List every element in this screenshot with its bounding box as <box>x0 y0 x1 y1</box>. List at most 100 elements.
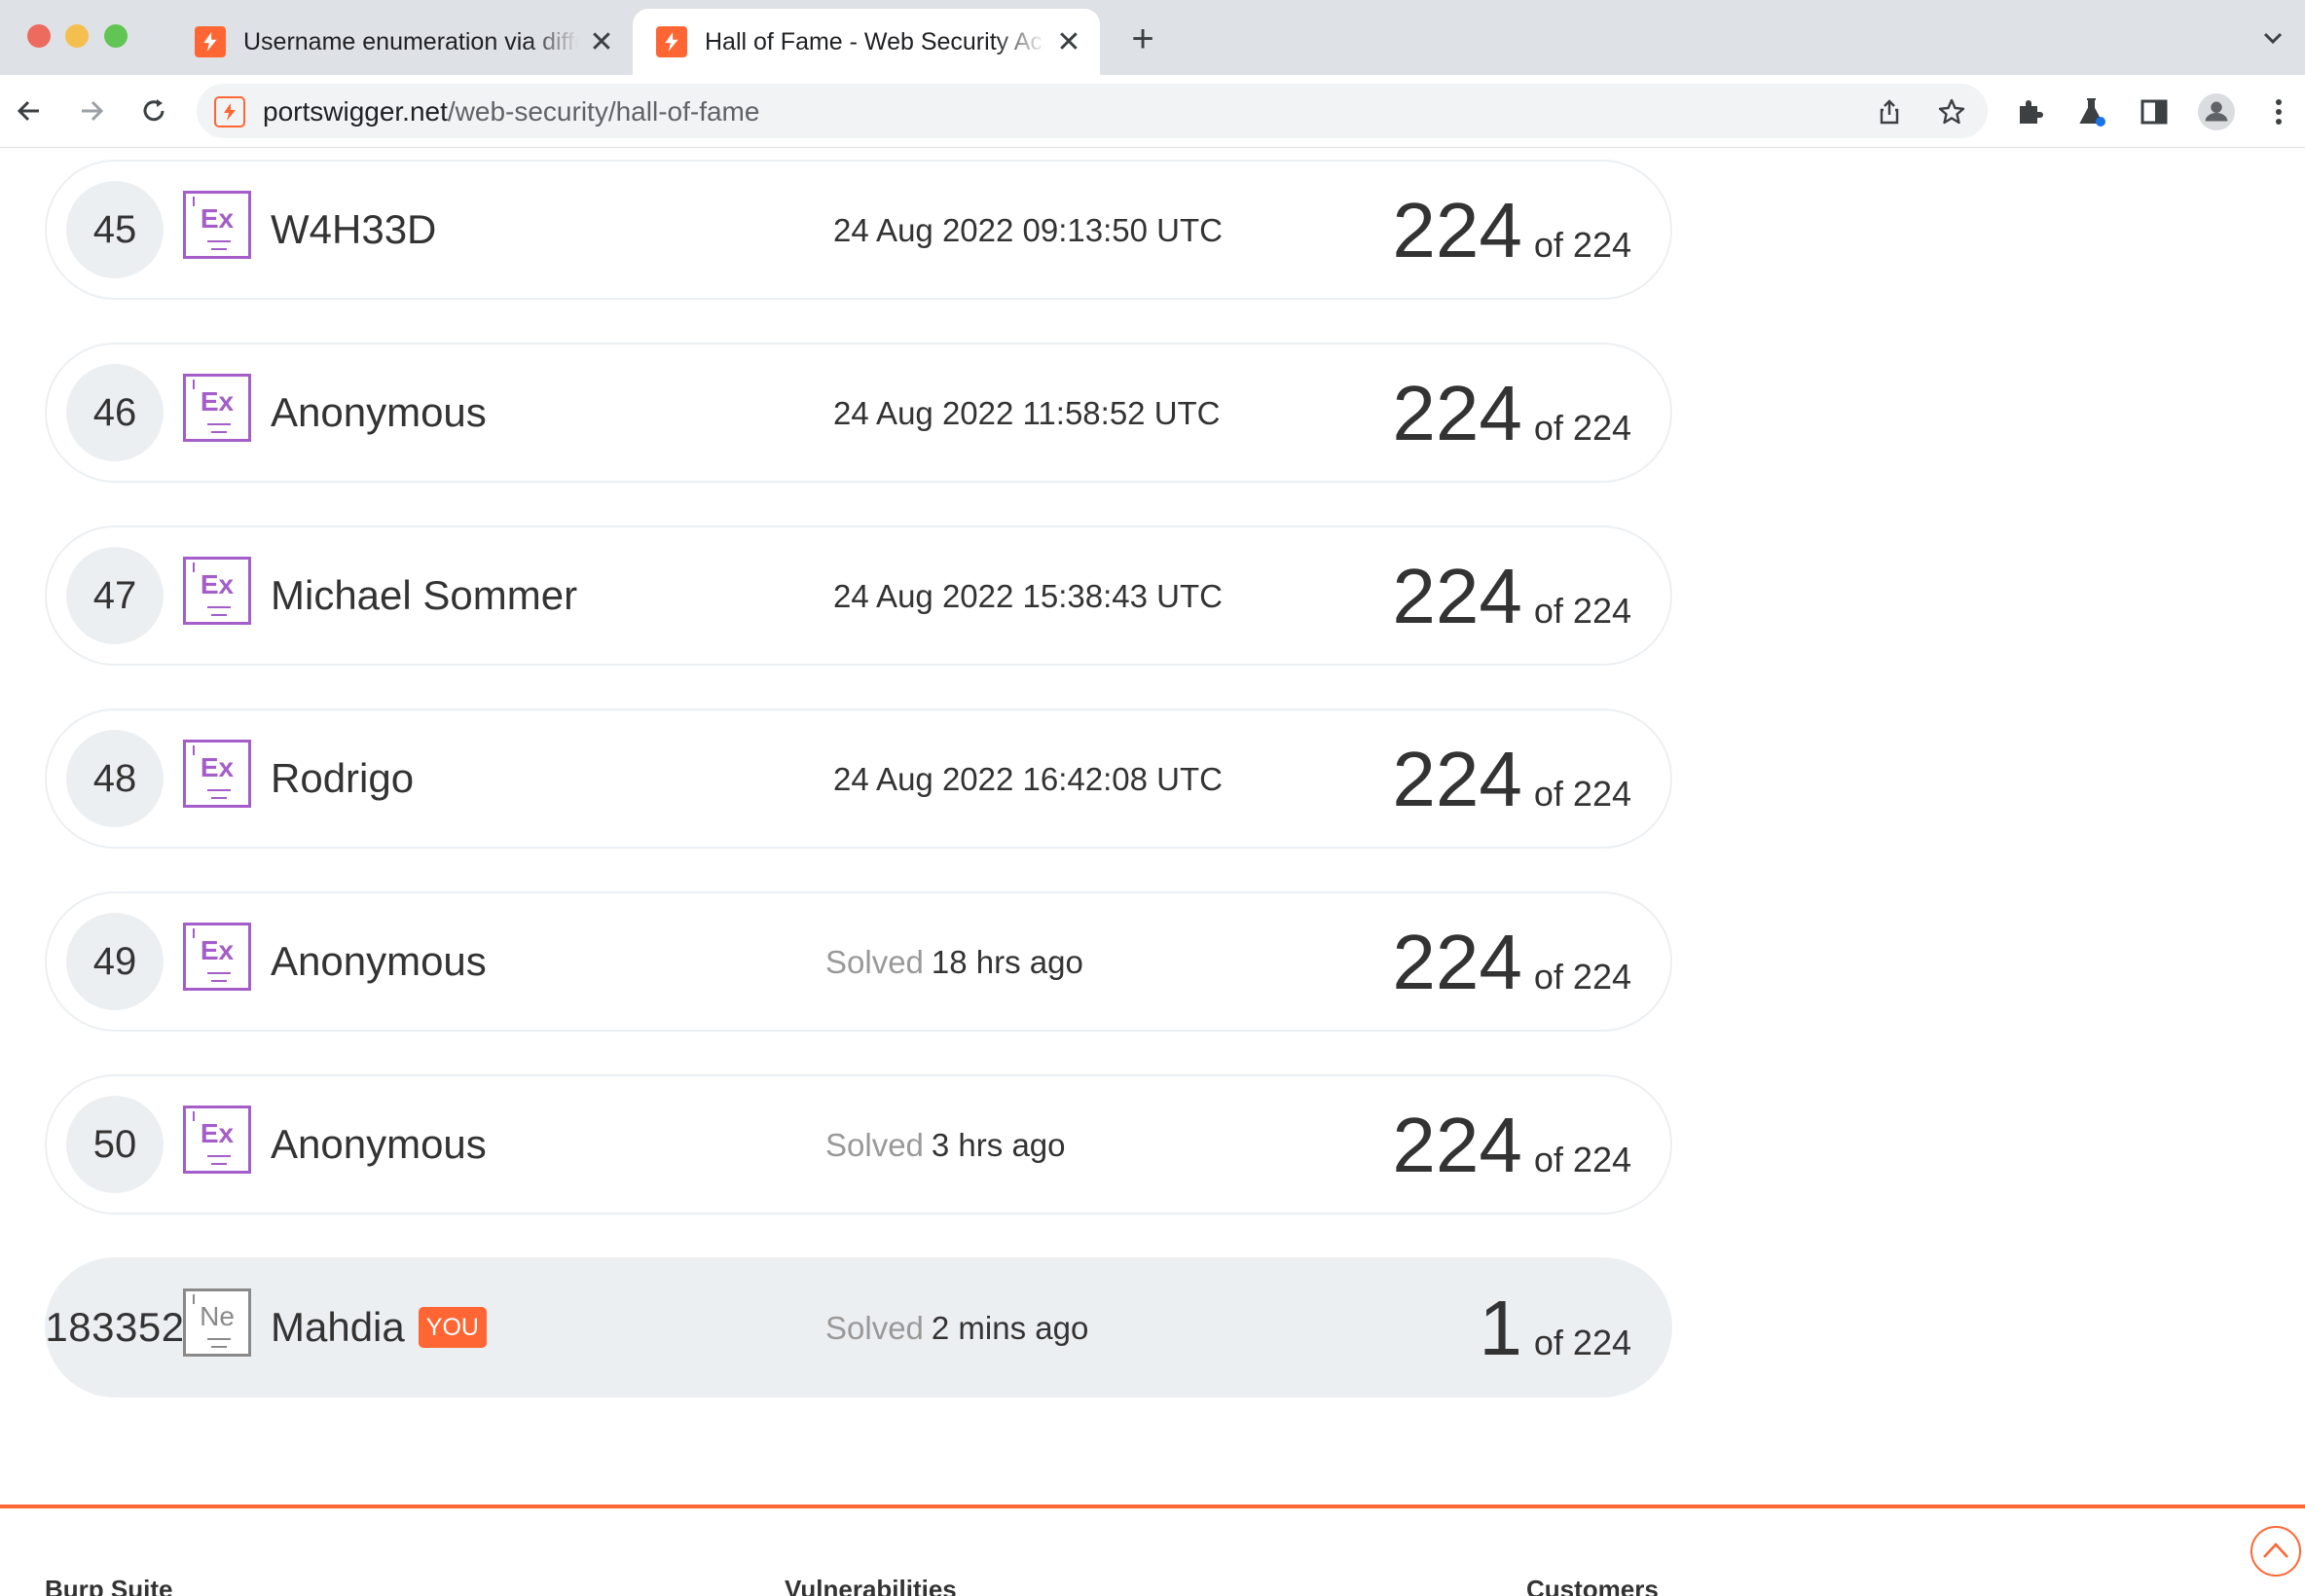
score-total: of 224 <box>1533 591 1631 631</box>
leaderboard-row: 45 Ex W4H33D 24 Aug 2022 09:13:50 UTC 22… <box>45 160 1672 300</box>
expert-level-badge-icon: Ex <box>183 557 251 625</box>
portswigger-favicon-icon <box>656 26 687 57</box>
score: 224 of 224 <box>1392 553 1631 640</box>
score-value: 224 <box>1392 187 1522 273</box>
extensions-puzzle-icon[interactable] <box>2011 93 2048 130</box>
browser-toolbar: portswigger.net/web-security/hall-of-fam… <box>0 75 2305 148</box>
user-name: Rodrigo <box>271 755 415 801</box>
rank-number: 48 <box>66 730 164 827</box>
date-value: 24 Aug 2022 16:42:08 UTC <box>833 761 1223 797</box>
score-total: of 224 <box>1533 957 1631 997</box>
portswigger-favicon-icon <box>195 26 226 57</box>
expert-level-badge-icon: Ex <box>183 191 251 259</box>
scroll-to-top-button[interactable] <box>2250 1526 2301 1577</box>
user-name: W4H33D <box>271 206 437 252</box>
leaderboard-row: 49 Ex Anonymous Solved 18 hrs ago 224 of 2… <box>45 891 1672 1032</box>
back-arrow-icon[interactable] <box>10 91 49 130</box>
completion-date: 24 Aug 2022 16:42:08 UTC <box>825 761 1223 798</box>
tab-bar: Username enumeration via different respo… <box>0 0 2305 75</box>
score-value: 224 <box>1392 1102 1522 1188</box>
user-name: Anonymous <box>271 1121 487 1167</box>
badge-symbol: Ex <box>200 1118 235 1148</box>
url-text[interactable]: portswigger.net/web-security/hall-of-fam… <box>263 96 759 127</box>
score-value: 224 <box>1392 553 1522 639</box>
address-bar[interactable]: portswigger.net/web-security/hall-of-fam… <box>197 84 1988 138</box>
date-value: 24 Aug 2022 11:58:52 UTC <box>833 395 1221 431</box>
score-value: 224 <box>1392 370 1522 456</box>
score-value: 224 <box>1392 919 1522 1005</box>
user-name-container: Mahdia YOU <box>271 1304 487 1351</box>
badge-symbol: Ex <box>200 752 235 782</box>
score: 224 of 224 <box>1392 736 1631 823</box>
footer-heading-vulnerabilities: Vulnerabilities <box>785 1575 957 1596</box>
footer-heading-burp-suite: Burp Suite <box>45 1575 173 1596</box>
completion-date: Solved 3 hrs ago <box>825 1127 1066 1164</box>
score: 224 of 224 <box>1392 919 1631 1006</box>
forward-arrow-icon[interactable] <box>72 91 111 130</box>
tab-search-chevron-down-icon[interactable] <box>2258 23 2287 53</box>
completion-date: Solved 18 hrs ago <box>825 944 1083 981</box>
score-value: 1 <box>1479 1285 1522 1371</box>
profile-avatar-icon[interactable] <box>2198 93 2235 130</box>
rank-number: 47 <box>66 547 164 644</box>
badge-symbol: Ex <box>200 569 235 599</box>
new-tab-plus-icon[interactable]: + <box>1123 18 1162 60</box>
site-favicon-icon <box>214 96 245 127</box>
side-panel-icon[interactable] <box>2136 93 2173 130</box>
badge-symbol: Ex <box>200 203 235 234</box>
date-value: 3 hrs ago <box>931 1127 1066 1163</box>
user-name: Anonymous <box>271 938 487 984</box>
close-window-button[interactable] <box>27 24 51 48</box>
user-name: Michael Sommer <box>271 572 578 618</box>
score: 224 of 224 <box>1392 370 1631 457</box>
score-value: 224 <box>1392 736 1522 822</box>
score-total: of 224 <box>1533 408 1631 448</box>
page-content: 45 Ex W4H33D 24 Aug 2022 09:13:50 UTC 22… <box>0 148 2305 1596</box>
badge-symbol: Ex <box>200 935 235 965</box>
expert-level-badge-icon: Ex <box>183 740 251 808</box>
solved-label: Solved <box>825 1310 924 1346</box>
current-user-row: 183352 Ne Mahdia YOU Solved 2 mins ago 1 of… <box>45 1257 1672 1397</box>
kebab-menu-icon[interactable] <box>2260 93 2297 130</box>
date-value: 2 mins ago <box>931 1310 1089 1346</box>
tab-hall-of-fame[interactable]: Hall of Fame - Web Security Academy ✕ <box>633 9 1100 75</box>
solved-label: Solved <box>825 944 924 980</box>
footer-heading-customers: Customers <box>1526 1575 1659 1596</box>
completion-date: 24 Aug 2022 15:38:43 UTC <box>825 578 1223 615</box>
tab-title: Hall of Fame - Web Security Academy <box>705 27 1045 55</box>
labs-flask-icon[interactable] <box>2073 93 2110 130</box>
completion-date: Solved 2 mins ago <box>825 1310 1088 1347</box>
score-total: of 224 <box>1533 774 1631 814</box>
reload-icon[interactable] <box>134 91 173 130</box>
score: 224 of 224 <box>1392 1102 1631 1189</box>
newcomer-level-badge-icon: Ne <box>183 1288 251 1357</box>
url-path: /web-security/hall-of-fame <box>447 96 760 127</box>
rank-number: 46 <box>66 364 164 461</box>
you-badge: YOU <box>418 1307 487 1348</box>
user-name: Anonymous <box>271 389 487 435</box>
leaderboard-row: 50 Ex Anonymous Solved 3 hrs ago 224 of 22… <box>45 1074 1672 1215</box>
score: 224 of 224 <box>1392 187 1631 274</box>
tab-username-enumeration[interactable]: Username enumeration via different respo… <box>171 9 633 75</box>
share-icon[interactable] <box>1873 95 1906 128</box>
leaderboard-row: 47 Ex Michael Sommer 24 Aug 2022 15:38:4… <box>45 526 1672 666</box>
solved-label: Solved <box>825 1127 924 1163</box>
date-value: 18 hrs ago <box>931 944 1083 980</box>
leaderboard-row: 48 Ex Rodrigo 24 Aug 2022 16:42:08 UTC 2… <box>45 708 1672 849</box>
close-tab-icon[interactable]: ✕ <box>1055 26 1082 58</box>
tab-title: Username enumeration via different respo… <box>243 27 578 55</box>
badge-symbol: Ne <box>200 1301 235 1331</box>
chevron-up-icon <box>2263 1542 2288 1558</box>
expert-level-badge-icon: Ex <box>183 374 251 442</box>
bookmark-star-icon[interactable] <box>1935 95 1968 128</box>
rank-number: 50 <box>66 1096 164 1193</box>
site-footer: Burp Suite Vulnerabilities Customers <box>0 1505 2305 1596</box>
maximize-window-button[interactable] <box>104 24 128 48</box>
badge-symbol: Ex <box>200 386 235 417</box>
close-tab-icon[interactable]: ✕ <box>588 26 615 58</box>
rank-number: 45 <box>66 181 164 278</box>
date-value: 24 Aug 2022 15:38:43 UTC <box>833 578 1223 614</box>
completion-date: 24 Aug 2022 09:13:50 UTC <box>825 212 1223 249</box>
user-name: Mahdia <box>271 1304 405 1350</box>
minimize-window-button[interactable] <box>65 24 89 48</box>
